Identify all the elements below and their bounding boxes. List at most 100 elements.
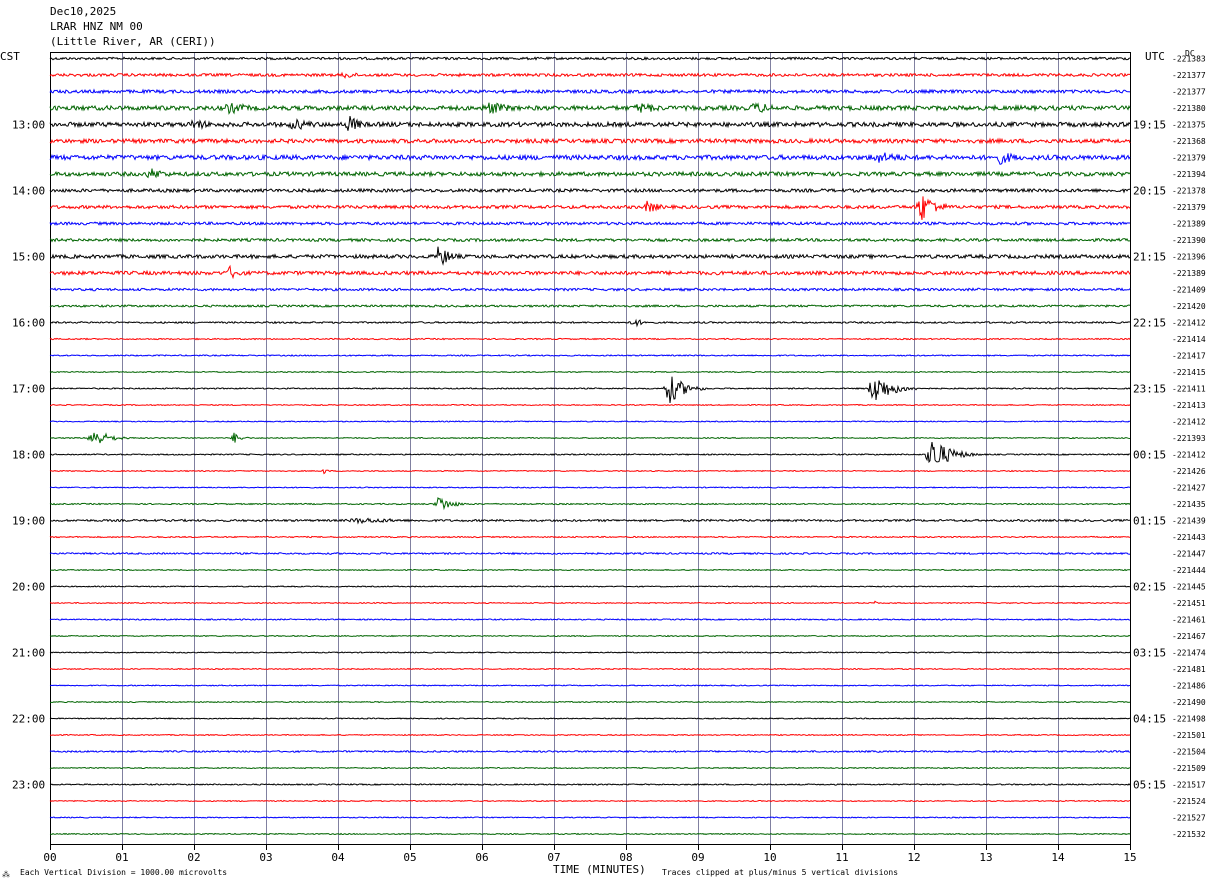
- dc-offset-label: -221481: [1172, 665, 1206, 674]
- x-tick-label: 03: [259, 851, 272, 864]
- dc-offset-label: -221379: [1172, 203, 1206, 212]
- plot-frame: [50, 52, 1131, 845]
- trace-line: [49, 71, 1131, 79]
- trace-line: [49, 497, 1131, 511]
- dc-offset-label: -221443: [1172, 533, 1206, 542]
- dc-offset-label: -221394: [1172, 170, 1206, 179]
- scale-note: Each Vertical Division = 1000.00 microvo…: [20, 868, 228, 877]
- utc-hour-label: 02:15: [1133, 581, 1166, 594]
- trace-line: [49, 403, 1131, 407]
- dc-offset-label: -221467: [1172, 632, 1206, 641]
- trace-line: [49, 749, 1131, 754]
- dc-offset-label: -221378: [1172, 187, 1206, 196]
- dc-offset-label: -221375: [1172, 121, 1206, 130]
- dc-offset-label: -221486: [1172, 682, 1206, 691]
- trace-line: [49, 246, 1131, 266]
- cst-hour-label: 19:00: [12, 515, 45, 528]
- dc-offset-label: -221439: [1172, 517, 1206, 526]
- x-tick-label: 12: [907, 851, 920, 864]
- trace-line: [49, 264, 1131, 280]
- trace-line: [49, 152, 1131, 165]
- dc-offset-label: -221417: [1172, 352, 1206, 361]
- dc-offset-label: -221396: [1172, 253, 1206, 262]
- x-tick-label: 10: [763, 851, 776, 864]
- clip-note: Traces clipped at plus/minus 5 vertical …: [662, 868, 899, 877]
- trace-line: [49, 442, 1131, 464]
- dc-offset-label: -221379: [1172, 154, 1206, 163]
- trace-line: [49, 237, 1131, 243]
- dc-offset-label: -221380: [1172, 104, 1206, 113]
- utc-hour-label: 04:15: [1133, 713, 1166, 726]
- dc-offset-label: -221415: [1172, 368, 1206, 377]
- utc-hour-label: 22:15: [1133, 317, 1166, 330]
- dc-offset-label: -221447: [1172, 550, 1206, 559]
- trace-line: [49, 551, 1131, 556]
- trace-line: [49, 287, 1131, 292]
- dc-offset-label: -221517: [1172, 781, 1206, 790]
- dc-offset-label: -221420: [1172, 302, 1206, 311]
- dc-offset-label: -221377: [1172, 88, 1206, 97]
- cst-hour-label: 22:00: [12, 713, 45, 726]
- trace-line: [49, 116, 1131, 131]
- trace-line: [49, 187, 1130, 194]
- dc-offset-label: -221532: [1172, 830, 1206, 839]
- x-tick-label: 13: [979, 851, 992, 864]
- utc-hour-label: 23:15: [1133, 383, 1166, 396]
- trace-line: [49, 88, 1131, 95]
- trace-line: [49, 420, 1131, 423]
- utc-hour-label: 01:15: [1133, 515, 1166, 528]
- dc-offset-label: -221426: [1172, 467, 1206, 476]
- dc-offset-label: -221368: [1172, 137, 1206, 146]
- cst-hour-label: 13:00: [12, 119, 45, 132]
- trace-line: [49, 568, 1130, 572]
- trace-line: [49, 102, 1131, 115]
- dc-offset-label: -221377: [1172, 71, 1206, 80]
- dc-offset-label: -221414: [1172, 335, 1206, 344]
- dc-offset-label: -221409: [1172, 286, 1206, 295]
- dc-offset-label: -221444: [1172, 566, 1206, 575]
- x-tick-label: 04: [331, 851, 345, 864]
- dc-offset-label: -221393: [1172, 434, 1206, 443]
- cst-hour-label: 23:00: [12, 779, 45, 792]
- trace-line: [49, 220, 1131, 227]
- logo-mark: ⁂: [2, 870, 10, 879]
- utc-hour-label: 19:15: [1133, 119, 1166, 132]
- cst-hour-label: 21:00: [12, 647, 45, 660]
- dc-offset-label: -221474: [1172, 649, 1206, 658]
- x-tick-label: 09: [691, 851, 704, 864]
- dc-offset-label: -221389: [1172, 220, 1206, 229]
- x-tick-label: 06: [475, 851, 488, 864]
- cst-hour-label: 17:00: [12, 383, 45, 396]
- dc-offset-label: -221412: [1172, 451, 1206, 460]
- trace-line: [49, 376, 1131, 403]
- dc-offset-label: -221490: [1172, 698, 1206, 707]
- trace-line: [49, 600, 1131, 605]
- cst-hour-label: 16:00: [12, 317, 45, 330]
- trace-line: [49, 535, 1130, 539]
- dc-offset-label: -221411: [1172, 385, 1206, 394]
- utc-hour-label: 05:15: [1133, 779, 1166, 792]
- x-tick-label: 01: [115, 851, 128, 864]
- dc-offset-label: -221389: [1172, 269, 1206, 278]
- dc-offset-label: -221390: [1172, 236, 1206, 245]
- trace-line: [49, 832, 1131, 836]
- trace-line: [49, 766, 1131, 770]
- dc-offset-label: -221427: [1172, 484, 1206, 493]
- dc-offset-label: -221435: [1172, 500, 1206, 509]
- x-tick-label: 14: [1051, 851, 1065, 864]
- utc-hour-label: 20:15: [1133, 185, 1166, 198]
- dc-offset-label: -221383: [1172, 55, 1206, 64]
- x-tick-label: 15: [1123, 851, 1136, 864]
- dc-offset-label: -221412: [1172, 319, 1206, 328]
- trace-line: [49, 318, 1131, 328]
- x-tick-label: 05: [403, 851, 416, 864]
- trace-line: [49, 137, 1131, 145]
- x-axis-title: TIME (MINUTES): [553, 863, 646, 876]
- trace-line: [49, 618, 1131, 621]
- cst-hour-label: 20:00: [12, 581, 45, 594]
- trace-line: [49, 370, 1131, 374]
- dc-offset-label: -221504: [1172, 748, 1206, 757]
- utc-hour-label: 00:15: [1133, 449, 1166, 462]
- trace-line: [49, 469, 1131, 475]
- x-tick-label: 00: [43, 851, 56, 864]
